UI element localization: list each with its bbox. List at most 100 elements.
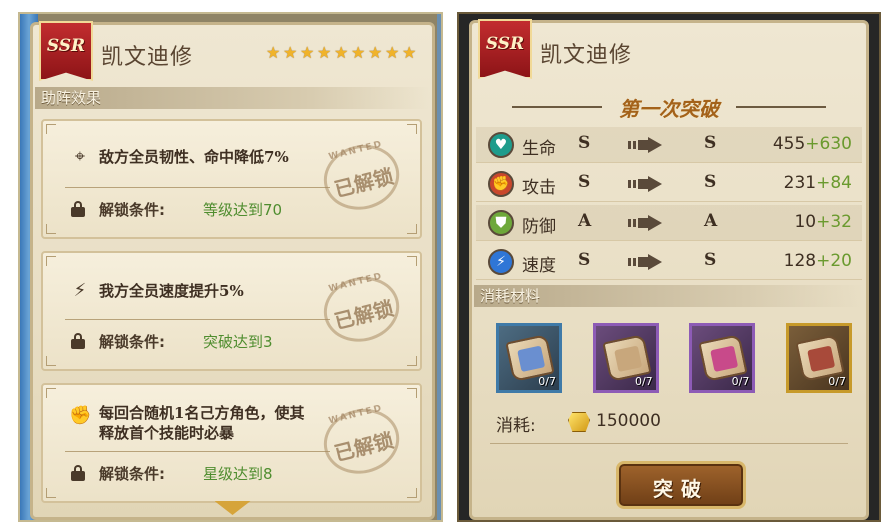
gold-coin-icon: [568, 412, 590, 432]
cost-divider: [490, 443, 848, 444]
star-icon: ★: [385, 43, 400, 62]
hero-header: SSR 凯文迪修: [472, 19, 866, 79]
lock-icon: [71, 333, 85, 349]
breakthrough-title: 第一次突破: [619, 97, 719, 121]
material-count: 0/7: [634, 375, 653, 388]
unlocked-stamp: WANTED 已解锁: [311, 397, 416, 489]
material-item[interactable]: 0/7: [689, 323, 756, 393]
effect-description: 我方全员速度提升5%: [99, 282, 244, 300]
star-icon: ★: [266, 43, 281, 62]
unlocked-stamp: WANTED 已解锁: [311, 265, 416, 357]
lightning-icon: ⚡: [73, 280, 87, 301]
stat-base: 455: [772, 134, 806, 154]
section-title-materials: 消耗材料: [474, 285, 864, 307]
material-item[interactable]: 0/7: [785, 323, 852, 393]
star-rating: ★ ★ ★ ★ ★ ★ ★ ★ ★: [266, 45, 418, 61]
arrow-right-icon: [628, 215, 662, 231]
star-icon: ★: [300, 43, 315, 62]
effect-card-1: ⌖ 敌方全员韧性、命中降低7% 解锁条件: 等级达到70 WANTED 已解锁: [41, 119, 422, 239]
unlocked-stamp: WANTED 已解锁: [311, 133, 416, 225]
grade-to: S: [704, 250, 717, 270]
material-count: 0/7: [538, 375, 556, 388]
unlock-condition-value: 等级达到70: [203, 201, 283, 219]
rarity-badge: SSR: [39, 21, 93, 81]
stat-bonus: +84: [816, 173, 852, 193]
grade-from: S: [578, 172, 591, 192]
stat-row-attack: ✊ 攻击 S S 231+84: [476, 166, 862, 202]
unlock-condition-label: 解锁条件:: [99, 333, 165, 351]
stat-value: 128+20: [784, 251, 852, 271]
panel-frame-strip-right: [437, 14, 441, 520]
grade-from: S: [578, 133, 591, 153]
star-icon: ★: [402, 43, 417, 62]
hero-name: 凯文迪修: [101, 45, 194, 70]
shield-icon: ⛊: [488, 210, 514, 236]
stat-base: 231: [783, 173, 817, 193]
stat-name: 生命: [522, 139, 556, 159]
card-divider: [65, 187, 330, 188]
lock-icon: [71, 465, 85, 481]
lightning-icon: ⚡: [488, 249, 514, 275]
card-divider: [65, 451, 330, 452]
stat-value: 231+84: [784, 173, 852, 193]
grade-to: A: [704, 211, 718, 231]
rarity-badge: SSR: [478, 19, 532, 79]
cost-value: 150000: [596, 411, 661, 431]
arrow-right-icon: [628, 254, 662, 270]
material-item[interactable]: 0/7: [592, 323, 659, 393]
parchment-background: SSR 凯文迪修 第一次突破 ♥ 生命 S S 455+630 ✊ 攻击 S S…: [469, 19, 869, 520]
hero-name: 凯文迪修: [540, 43, 633, 68]
breakthrough-button-label: 突破: [653, 477, 709, 501]
section-title-support: 助阵效果: [35, 87, 430, 109]
stat-base: 128: [783, 251, 817, 271]
stat-base: 10: [794, 212, 817, 232]
grade-from: S: [578, 250, 591, 270]
stat-row-speed: ⚡ 速度 S S 128+20: [476, 244, 862, 280]
stat-row-hp: ♥ 生命 S S 455+630: [476, 127, 862, 163]
stat-bonus: +20: [816, 251, 852, 271]
breakthrough-title-ribbon: 第一次突破: [512, 91, 826, 123]
arrow-right-icon: [628, 137, 662, 153]
unlock-condition-label: 解锁条件:: [99, 201, 165, 219]
parchment-background: SSR 凯文迪修 ★ ★ ★ ★ ★ ★ ★ ★ ★ 助阵效果 ⌖ 敌方全员韧性、命中降低7% …: [30, 21, 435, 520]
hero-header: SSR 凯文迪修 ★ ★ ★ ★ ★ ★ ★ ★ ★: [33, 21, 432, 81]
unlock-condition-label: 解锁条件:: [99, 465, 165, 483]
card-divider: [65, 319, 330, 320]
cost-label: 消耗:: [496, 416, 536, 436]
material-item[interactable]: 0/7: [496, 323, 562, 393]
star-icon: ★: [317, 43, 332, 62]
star-icon: ★: [351, 43, 366, 62]
effect-card-2: ⚡ 我方全员速度提升5% 解锁条件: 突破达到3 WANTED 已解锁: [41, 251, 422, 371]
stat-name: 速度: [522, 256, 556, 276]
support-effects-panel: SSR 凯文迪修 ★ ★ ★ ★ ★ ★ ★ ★ ★ 助阵效果 ⌖ 敌方全员韧性、命中降低7% …: [18, 12, 443, 522]
lock-icon: [71, 201, 85, 217]
rarity-label: SSR: [46, 36, 86, 56]
stat-name: 防御: [522, 217, 556, 237]
unlock-condition-value: 星级达到8: [203, 465, 273, 483]
scroll-down-chevron-icon[interactable]: [214, 501, 251, 515]
stat-value: 10+32: [794, 212, 852, 232]
grade-to: S: [704, 133, 717, 153]
grade-to: S: [704, 172, 717, 192]
unlock-condition-value: 突破达到3: [203, 333, 273, 351]
breakthrough-panel: SSR 凯文迪修 第一次突破 ♥ 生命 S S 455+630 ✊ 攻击 S S…: [457, 12, 881, 522]
stat-bonus: +630: [805, 134, 852, 154]
fist-icon: ✊: [488, 171, 514, 197]
stat-name: 攻击: [522, 178, 556, 198]
star-icon: ★: [368, 43, 383, 62]
effect-card-3: ✊ 每回合随机1名己方角色，使其释放首个技能时必暴 解锁条件: 星级达到8 WA…: [41, 383, 422, 503]
effect-description: 敌方全员韧性、命中降低7%: [99, 148, 289, 166]
star-icon: ★: [283, 43, 298, 62]
material-list: 0/7 0/7 0/7 0/7: [496, 323, 852, 395]
stat-row-defense: ⛊ 防御 A A 10+32: [476, 205, 862, 241]
breakthrough-button[interactable]: 突破: [616, 461, 746, 509]
rarity-label: SSR: [485, 34, 525, 54]
stat-bonus: +32: [816, 212, 852, 232]
effect-description: 每回合随机1名己方角色，使其释放首个技能时必暴: [99, 404, 305, 442]
fist-icon: ✊: [69, 405, 92, 426]
heart-icon: ♥: [488, 132, 514, 158]
star-icon: ★: [334, 43, 349, 62]
grade-from: A: [578, 211, 592, 231]
material-count: 0/7: [731, 375, 750, 388]
material-count: 0/7: [828, 375, 846, 388]
